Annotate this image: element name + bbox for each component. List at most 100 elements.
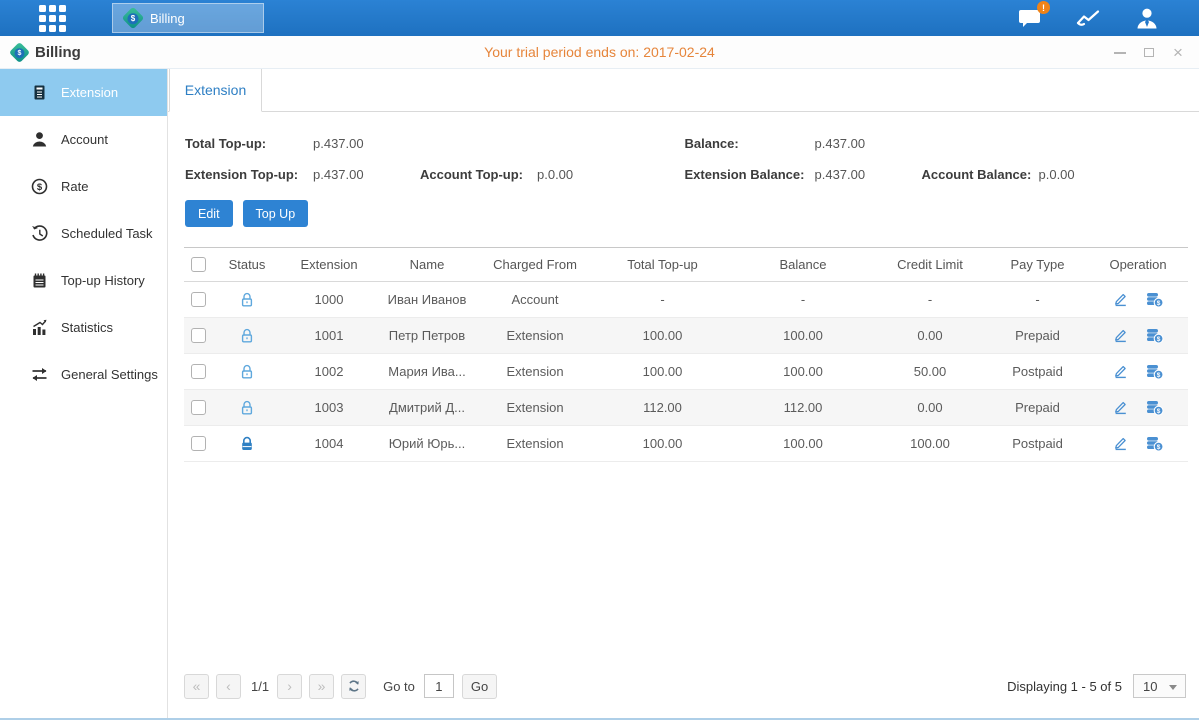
- tab-extension[interactable]: Extension: [169, 69, 262, 112]
- table-row: 1003Дмитрий Д...Extension112.00112.000.0…: [184, 390, 1188, 426]
- cell-credit-limit: -: [873, 282, 987, 318]
- edit-button[interactable]: Edit: [185, 200, 233, 227]
- cell-total-topup: 100.00: [592, 318, 733, 354]
- operation-cell: $: [1088, 354, 1188, 389]
- account-balance-label: Account Balance:: [922, 167, 1039, 182]
- sidebar-item-label: Top-up History: [61, 273, 145, 288]
- account-topup-label: Account Top-up:: [420, 167, 537, 182]
- row-checkbox[interactable]: [191, 292, 206, 307]
- page-size-select[interactable]: 10: [1133, 674, 1186, 698]
- sidebar: Extension Account $ Rate Scheduled Task …: [0, 69, 168, 718]
- first-page-button[interactable]: «: [184, 674, 209, 699]
- edit-icon[interactable]: [1112, 291, 1129, 308]
- sidebar-item-label: Rate: [61, 179, 88, 194]
- edit-icon[interactable]: [1112, 435, 1129, 452]
- cell-charged-from: Extension: [478, 318, 592, 354]
- balance-value: p.437.00: [815, 136, 866, 151]
- col-name: Name: [376, 248, 478, 282]
- chart-icon[interactable]: [1076, 8, 1102, 28]
- prev-page-button[interactable]: ‹: [216, 674, 241, 699]
- top-up-icon[interactable]: $: [1145, 291, 1164, 308]
- cell-pay-type: Postpaid: [987, 426, 1088, 462]
- page-indicator: 1/1: [251, 679, 269, 694]
- cell-balance: 100.00: [733, 426, 873, 462]
- window-title: Billing: [35, 44, 81, 61]
- account-balance-value: p.0.00: [1039, 167, 1075, 182]
- table-row: 1002Мария Ива...Extension100.00100.0050.…: [184, 354, 1188, 390]
- person-icon: [31, 131, 48, 148]
- select-all-checkbox[interactable]: [191, 257, 206, 272]
- unlocked-icon[interactable]: [238, 399, 256, 417]
- cell-name: Дмитрий Д...: [376, 390, 478, 426]
- notepad-icon: [31, 272, 48, 289]
- row-checkbox[interactable]: [191, 400, 206, 415]
- total-topup-label: Total Top-up:: [185, 136, 313, 151]
- cell-total-topup: 100.00: [592, 354, 733, 390]
- cell-extension: 1001: [282, 318, 376, 354]
- edit-icon[interactable]: [1112, 327, 1129, 344]
- maximize-button[interactable]: [1142, 46, 1156, 60]
- sidebar-item-account[interactable]: Account: [0, 116, 167, 163]
- unlocked-icon[interactable]: [238, 363, 256, 381]
- messages-icon[interactable]: !: [1018, 7, 1043, 29]
- goto-label: Go to: [383, 679, 415, 694]
- last-page-button[interactable]: »: [309, 674, 334, 699]
- trial-notice: Your trial period ends on: 2017-02-24: [484, 44, 715, 60]
- edit-icon[interactable]: [1112, 363, 1129, 380]
- cell-total-topup: 112.00: [592, 390, 733, 426]
- col-extension: Extension: [282, 248, 376, 282]
- unlocked-icon[interactable]: [238, 291, 256, 309]
- sidebar-item-extension[interactable]: Extension: [0, 69, 167, 116]
- svg-text:$: $: [37, 182, 43, 193]
- top-up-button[interactable]: Top Up: [243, 200, 309, 227]
- user-icon[interactable]: [1135, 7, 1159, 30]
- sidebar-item-topup-history[interactable]: Top-up History: [0, 257, 167, 304]
- sidebar-item-rate[interactable]: $ Rate: [0, 163, 167, 210]
- history-clock-icon: [31, 225, 48, 242]
- row-checkbox[interactable]: [191, 328, 206, 343]
- status-cell: [212, 318, 282, 354]
- minimize-button[interactable]: [1113, 46, 1127, 60]
- close-button[interactable]: ×: [1171, 46, 1185, 60]
- cell-pay-type: Prepaid: [987, 318, 1088, 354]
- pagination-bar: « ‹ 1/1 › » Go to Go Displaying 1 - 5 of…: [184, 664, 1186, 708]
- sidebar-item-scheduled-task[interactable]: Scheduled Task: [0, 210, 167, 257]
- svg-text:$: $: [1157, 372, 1161, 379]
- displaying-text: Displaying 1 - 5 of 5: [1007, 679, 1122, 694]
- cell-balance: 112.00: [733, 390, 873, 426]
- page-size-value: 10: [1143, 679, 1157, 694]
- refresh-button[interactable]: [341, 674, 366, 699]
- top-up-icon[interactable]: $: [1145, 399, 1164, 416]
- status-cell: [212, 426, 282, 462]
- col-balance: Balance: [733, 248, 873, 282]
- go-button[interactable]: Go: [462, 674, 497, 699]
- top-up-icon[interactable]: $: [1145, 363, 1164, 380]
- top-up-icon[interactable]: $: [1145, 327, 1164, 344]
- topbar: $ Billing !: [0, 0, 1199, 36]
- operation-cell: $: [1088, 282, 1188, 317]
- col-charged-from: Charged From: [478, 248, 592, 282]
- edit-icon[interactable]: [1112, 399, 1129, 416]
- row-checkbox[interactable]: [191, 364, 206, 379]
- titlebar: $ Billing Your trial period ends on: 201…: [0, 36, 1199, 69]
- cell-extension: 1000: [282, 282, 376, 318]
- sidebar-item-general-settings[interactable]: General Settings: [0, 351, 167, 398]
- cell-pay-type: -: [987, 282, 1088, 318]
- app-grid-icon[interactable]: [37, 3, 67, 33]
- extension-table: Status Extension Name Charged From Total…: [184, 247, 1186, 462]
- table-header-row: Status Extension Name Charged From Total…: [184, 248, 1188, 282]
- goto-page-input[interactable]: [424, 674, 454, 698]
- summary-section: Total Top-up: p.437.00 Extension Top-up:…: [168, 112, 1199, 190]
- locked-icon[interactable]: [238, 435, 256, 453]
- top-up-icon[interactable]: $: [1145, 435, 1164, 452]
- table-row: 1000Иван ИвановAccount----$: [184, 282, 1188, 318]
- cell-pay-type: Postpaid: [987, 354, 1088, 390]
- next-page-button[interactable]: ›: [277, 674, 302, 699]
- balance-label: Balance:: [685, 136, 815, 151]
- unlocked-icon[interactable]: [238, 327, 256, 345]
- sidebar-item-statistics[interactable]: Statistics: [0, 304, 167, 351]
- cell-charged-from: Account: [478, 282, 592, 318]
- taskbar-item-billing[interactable]: $ Billing: [112, 3, 264, 33]
- row-checkbox[interactable]: [191, 436, 206, 451]
- cell-extension: 1002: [282, 354, 376, 390]
